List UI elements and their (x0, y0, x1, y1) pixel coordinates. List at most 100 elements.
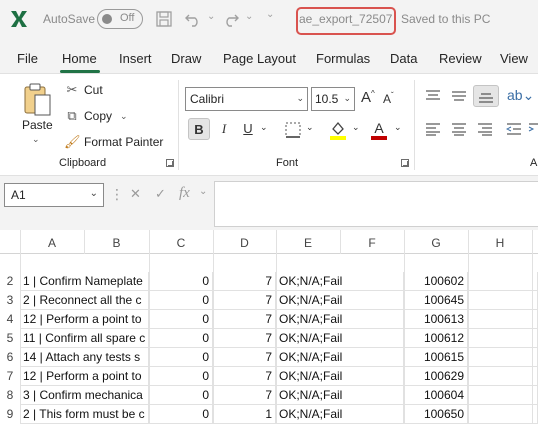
name-box[interactable]: A1 ⌄ (4, 183, 104, 207)
fill-color-icon[interactable] (328, 119, 348, 141)
column-header-c[interactable]: C (149, 230, 213, 254)
cell-a[interactable]: 2 | This form must be c (20, 405, 149, 424)
cell-c[interactable]: 0 (149, 310, 213, 329)
autosave-toggle[interactable]: Off (97, 9, 143, 29)
cancel-icon[interactable]: ✕ (130, 186, 141, 202)
align-center-icon[interactable] (451, 122, 467, 136)
enter-icon[interactable]: ✓ (155, 186, 166, 202)
customize-chevron-icon[interactable]: ⌄ (266, 9, 274, 20)
cell-c[interactable]: 0 (149, 329, 213, 348)
undo-icon[interactable] (183, 9, 203, 29)
align-bottom-button[interactable] (473, 85, 499, 107)
cell-d[interactable]: 7 (213, 329, 276, 348)
cell-a[interactable]: 1 | Confirm Nameplate (20, 272, 149, 291)
clipboard-launcher-icon[interactable] (166, 159, 174, 167)
row-header[interactable]: 6 (0, 350, 20, 364)
bold-button[interactable]: B (188, 118, 210, 140)
font-color-icon[interactable]: A (369, 119, 389, 141)
cell-h[interactable] (468, 272, 538, 291)
cell-h[interactable] (468, 405, 538, 424)
increase-font-icon[interactable]: A^ (361, 89, 375, 106)
cell-h[interactable] (468, 367, 538, 386)
row-header[interactable]: 9 (0, 407, 20, 421)
row-header[interactable]: 8 (0, 388, 20, 402)
redo-chevron-icon[interactable]: ⌄ (245, 11, 253, 22)
cell-a[interactable]: 3 | Confirm mechanica (20, 386, 149, 405)
copy-button[interactable]: ⧉ Copy ⌄ (64, 107, 128, 125)
orientation-icon[interactable]: ab⌄ (507, 87, 534, 104)
fill-chevron-icon[interactable]: ⌄ (352, 122, 360, 133)
format-painter-button[interactable]: 🖌 Format Painter (64, 133, 163, 151)
cell-c[interactable]: 0 (149, 386, 213, 405)
worksheet-grid[interactable]: A B C D E F G H 21 | Confirm Nameplate 0 7… (0, 230, 538, 424)
row-header[interactable]: 2 (0, 274, 20, 288)
cell-c[interactable]: 0 (149, 291, 213, 310)
save-icon[interactable] (154, 9, 174, 29)
filename[interactable]: ae_export_72507 (299, 12, 392, 26)
borders-icon[interactable] (284, 121, 302, 139)
decrease-font-icon[interactable]: Aˇ (383, 91, 394, 106)
cell-d[interactable]: 7 (213, 367, 276, 386)
cell-d[interactable]: 7 (213, 310, 276, 329)
paste-icon[interactable] (22, 82, 54, 118)
cell-g[interactable]: 100650 (404, 405, 468, 424)
chevron-down-icon[interactable]: ⌄ (90, 188, 98, 199)
row-header[interactable]: 5 (0, 331, 20, 345)
tab-draw[interactable]: Draw (171, 51, 201, 66)
cell-c[interactable]: 0 (149, 405, 213, 424)
tab-review[interactable]: Review (439, 51, 482, 66)
font-size-dropdown[interactable]: 10.5 ⌄ (311, 87, 355, 111)
cell-h[interactable] (468, 348, 538, 367)
cell-e[interactable]: OK;N/A;Fail (276, 386, 404, 405)
column-header-g[interactable]: G (404, 230, 468, 254)
increase-indent-icon[interactable] (528, 122, 538, 136)
cell-g[interactable]: 100612 (404, 329, 468, 348)
cell-a[interactable]: 14 | Attach any tests s (20, 348, 149, 367)
cell-a[interactable]: 2 | Reconnect all the c (20, 291, 149, 310)
underline-button[interactable]: U (240, 118, 256, 140)
row-header[interactable]: 3 (0, 293, 20, 307)
undo-chevron-icon[interactable]: ⌄ (207, 11, 215, 22)
cell-e[interactable]: OK;N/A;Fail (276, 348, 404, 367)
cell-d[interactable]: 7 (213, 291, 276, 310)
font-launcher-icon[interactable] (401, 159, 409, 167)
tab-formulas[interactable]: Formulas (316, 51, 370, 66)
tab-file[interactable]: File (17, 51, 38, 66)
tab-home[interactable]: Home (62, 51, 97, 66)
tab-data[interactable]: Data (390, 51, 417, 66)
cell-e[interactable]: OK;N/A;Fail (276, 272, 404, 291)
fx-chevron-icon[interactable]: ⌄ (199, 186, 207, 197)
align-top-icon[interactable] (425, 89, 441, 103)
font-name-dropdown[interactable]: Calibri ⌄ (185, 87, 308, 111)
column-header-e[interactable]: E (276, 230, 340, 254)
column-header-b[interactable]: B (84, 230, 149, 254)
cell-h[interactable] (468, 291, 538, 310)
cell-a[interactable]: 12 | Perform a point to (20, 367, 149, 386)
column-header-f[interactable]: F (340, 230, 404, 254)
cell-e[interactable]: OK;N/A;Fail (276, 310, 404, 329)
decrease-indent-icon[interactable] (506, 122, 522, 136)
cell-e[interactable]: OK;N/A;Fail (276, 367, 404, 386)
cell-a[interactable]: 11 | Confirm all spare c (20, 329, 149, 348)
cell-d[interactable]: 7 (213, 386, 276, 405)
cell-g[interactable]: 100613 (404, 310, 468, 329)
cell-g[interactable]: 100629 (404, 367, 468, 386)
column-header-h[interactable]: H (468, 230, 532, 254)
column-header-d[interactable]: D (213, 230, 276, 254)
cell-g[interactable]: 100602 (404, 272, 468, 291)
cell-c[interactable]: 0 (149, 272, 213, 291)
insert-function-icon[interactable]: fx (179, 185, 190, 202)
cell-h[interactable] (468, 310, 538, 329)
paste-button[interactable]: Paste (22, 118, 53, 132)
italic-button[interactable]: I (216, 118, 232, 140)
copy-chevron-icon[interactable]: ⌄ (120, 111, 128, 122)
cell-h[interactable] (468, 329, 538, 348)
cell-h[interactable] (468, 386, 538, 405)
row-header[interactable]: 7 (0, 369, 20, 383)
cell-d[interactable]: 7 (213, 272, 276, 291)
font-color-chevron-icon[interactable]: ⌄ (394, 122, 402, 133)
paste-chevron-icon[interactable]: ⌄ (32, 134, 40, 145)
cell-d[interactable]: 7 (213, 348, 276, 367)
redo-icon[interactable] (221, 9, 241, 29)
cell-a[interactable]: 12 | Perform a point to (20, 310, 149, 329)
